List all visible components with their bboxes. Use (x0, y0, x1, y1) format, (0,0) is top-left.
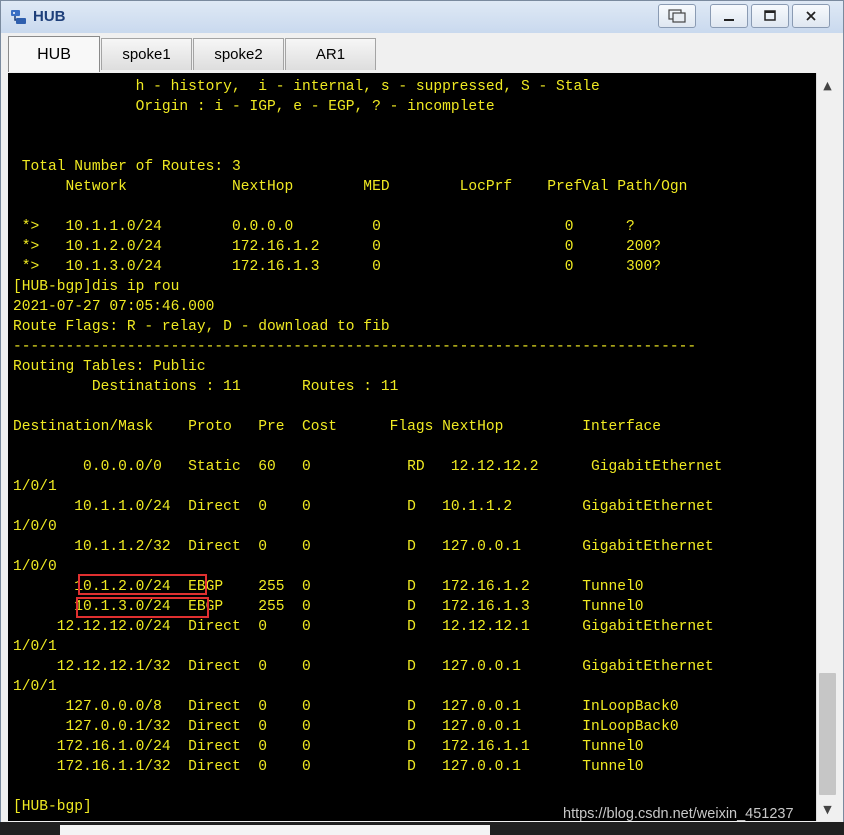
tab-hub[interactable]: HUB (8, 36, 100, 72)
terminal-line: Network NextHop MED LocPrf PrefVal Path/… (13, 179, 688, 195)
terminal-line: ----------------------------------------… (13, 339, 697, 355)
close-button[interactable] (792, 4, 830, 28)
highlight-box-route-10-1-2-0 (78, 574, 207, 595)
terminal-line: 127.0.0.1/32 Direct 0 0 D 127.0.0.1 InLo… (13, 719, 679, 735)
restore-view-button[interactable] (658, 4, 696, 28)
terminal-line: 172.16.1.0/24 Direct 0 0 D 172.16.1.1 Tu… (13, 739, 644, 755)
terminal-line: Total Number of Routes: 3 (13, 159, 241, 175)
terminal-line: Destinations : 11 Routes : 11 (13, 379, 399, 395)
tab-label: spoke1 (122, 46, 171, 63)
terminal-line: 2021-07-27 07:05:46.000 (13, 299, 215, 315)
window-title: HUB (33, 8, 66, 25)
terminal-line: Origin : i - IGP, e - EGP, ? - incomplet… (13, 99, 495, 115)
terminal-line: 12.12.12.0/24 Direct 0 0 D 12.12.12.1 Gi… (13, 619, 714, 635)
terminal-line: 12.12.12.1/32 Direct 0 0 D 127.0.0.1 Gig… (13, 659, 714, 675)
tab-ar1[interactable]: AR1 (285, 38, 376, 70)
network-hub-icon (11, 10, 26, 24)
scroll-down-arrow-icon[interactable]: ▼ (817, 797, 838, 821)
watermark-url: https://blog.csdn.net/weixin_451237 (563, 806, 794, 822)
window-view-icon (668, 9, 686, 23)
scroll-up-arrow-icon[interactable]: ▲ (817, 73, 838, 97)
terminal-line: 10.1.1.0/24 Direct 0 0 D 10.1.1.2 Gigabi… (13, 499, 714, 515)
terminal-line: 1/0/0 (13, 559, 57, 575)
terminal-line: 1/0/1 (13, 639, 57, 655)
terminal-line: [HUB-bgp]dis ip rou (13, 279, 180, 295)
minimize-button[interactable] (710, 4, 748, 28)
tab-label: spoke2 (214, 46, 263, 63)
terminal-line: 10.1.1.2/32 Direct 0 0 D 127.0.0.1 Gigab… (13, 539, 714, 555)
terminal-line: 0.0.0.0/0 Static 60 0 RD 12.12.12.2 Giga… (13, 459, 723, 475)
tab-spoke2[interactable]: spoke2 (193, 38, 284, 70)
terminal-line: Routing Tables: Public (13, 359, 206, 375)
tab-label: AR1 (315, 46, 346, 63)
terminal-line: *> 10.1.3.0/24 172.16.1.3 0 0 300? (13, 259, 662, 275)
highlight-box-route-10-1-3-0 (76, 597, 209, 618)
terminal-line: Route Flags: R - relay, D - download to … (13, 319, 390, 335)
terminal-line: 1/0/1 (13, 479, 57, 495)
terminal-scrollbar[interactable]: ▲ ▼ (816, 73, 838, 821)
terminal-line: 172.16.1.1/32 Direct 0 0 D 127.0.0.1 Tun… (13, 759, 644, 775)
terminal-line: Destination/Mask Proto Pre Cost Flags Ne… (13, 419, 662, 435)
taskbar-strip (0, 822, 844, 835)
app-window: HUB HUB spoke1 spoke2 AR1 h - history, i (0, 0, 844, 835)
scrollbar-thumb[interactable] (819, 673, 836, 795)
maximize-button[interactable] (751, 4, 789, 28)
title-bar[interactable]: HUB (1, 1, 843, 33)
terminal-line: 127.0.0.0/8 Direct 0 0 D 127.0.0.1 InLoo… (13, 699, 679, 715)
terminal-line: 1/0/1 (13, 679, 57, 695)
terminal-line: 1/0/0 (13, 519, 57, 535)
terminal-line: *> 10.1.2.0/24 172.16.1.2 0 0 200? (13, 239, 662, 255)
tab-label: HUB (37, 45, 71, 63)
minimize-icon (724, 19, 734, 21)
close-icon (806, 11, 816, 21)
terminal-line: [HUB-bgp] (13, 799, 92, 815)
maximize-icon (764, 10, 776, 21)
tab-spoke1[interactable]: spoke1 (101, 38, 192, 70)
terminal-line: *> 10.1.1.0/24 0.0.0.0 0 0 ? (13, 219, 635, 235)
terminal-line: h - history, i - internal, s - suppresse… (13, 79, 600, 95)
terminal-console[interactable]: h - history, i - internal, s - suppresse… (8, 73, 816, 821)
session-tabs: HUB spoke1 spoke2 AR1 (1, 33, 843, 73)
